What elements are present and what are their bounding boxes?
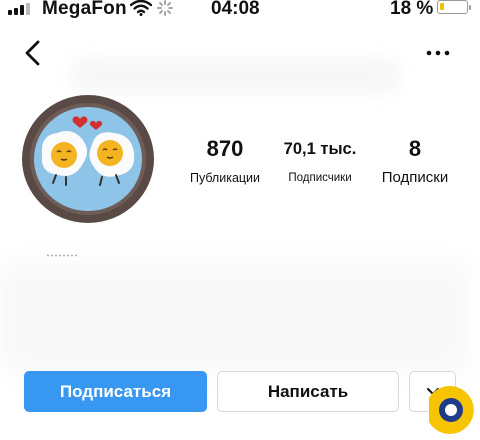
follow-button[interactable]: Подписаться <box>24 371 207 412</box>
followers-count: 70,1 тыс. <box>283 140 357 158</box>
battery-fill <box>440 3 444 10</box>
redacted-bio <box>0 262 470 372</box>
battery-percent: 18 % <box>390 0 434 19</box>
battery-icon <box>437 0 471 14</box>
redacted-username <box>70 58 400 94</box>
posts-stat: 870 Публикации <box>184 136 266 185</box>
status-time: 04:08 <box>211 0 260 19</box>
wifi-icon <box>130 0 152 16</box>
status-bar: MegaFon 04:08 18 % <box>0 0 480 20</box>
chevron-left-icon[interactable] <box>20 38 48 68</box>
following-count: 8 <box>408 136 422 161</box>
following-stat[interactable]: 8 Подписки <box>372 136 458 186</box>
followers-label: Подписчики <box>288 172 352 184</box>
redacted-bio-marks <box>47 254 77 257</box>
message-button[interactable]: Написать <box>217 371 399 412</box>
following-label: Подписки <box>381 169 449 186</box>
signal-icon <box>8 3 30 15</box>
ellipsis-icon[interactable] <box>426 49 450 57</box>
followers-stat[interactable]: 70,1 тыс. Подписчики <box>278 136 362 184</box>
posts-count: 870 <box>206 136 244 161</box>
posts-label: Публикации <box>189 171 261 185</box>
app-logo-icon <box>429 385 474 434</box>
avatar-fried-eggs-image <box>30 103 146 215</box>
activity-spinner-icon <box>157 0 173 16</box>
carrier-name: MegaFon <box>42 0 127 19</box>
avatar[interactable] <box>22 95 154 223</box>
